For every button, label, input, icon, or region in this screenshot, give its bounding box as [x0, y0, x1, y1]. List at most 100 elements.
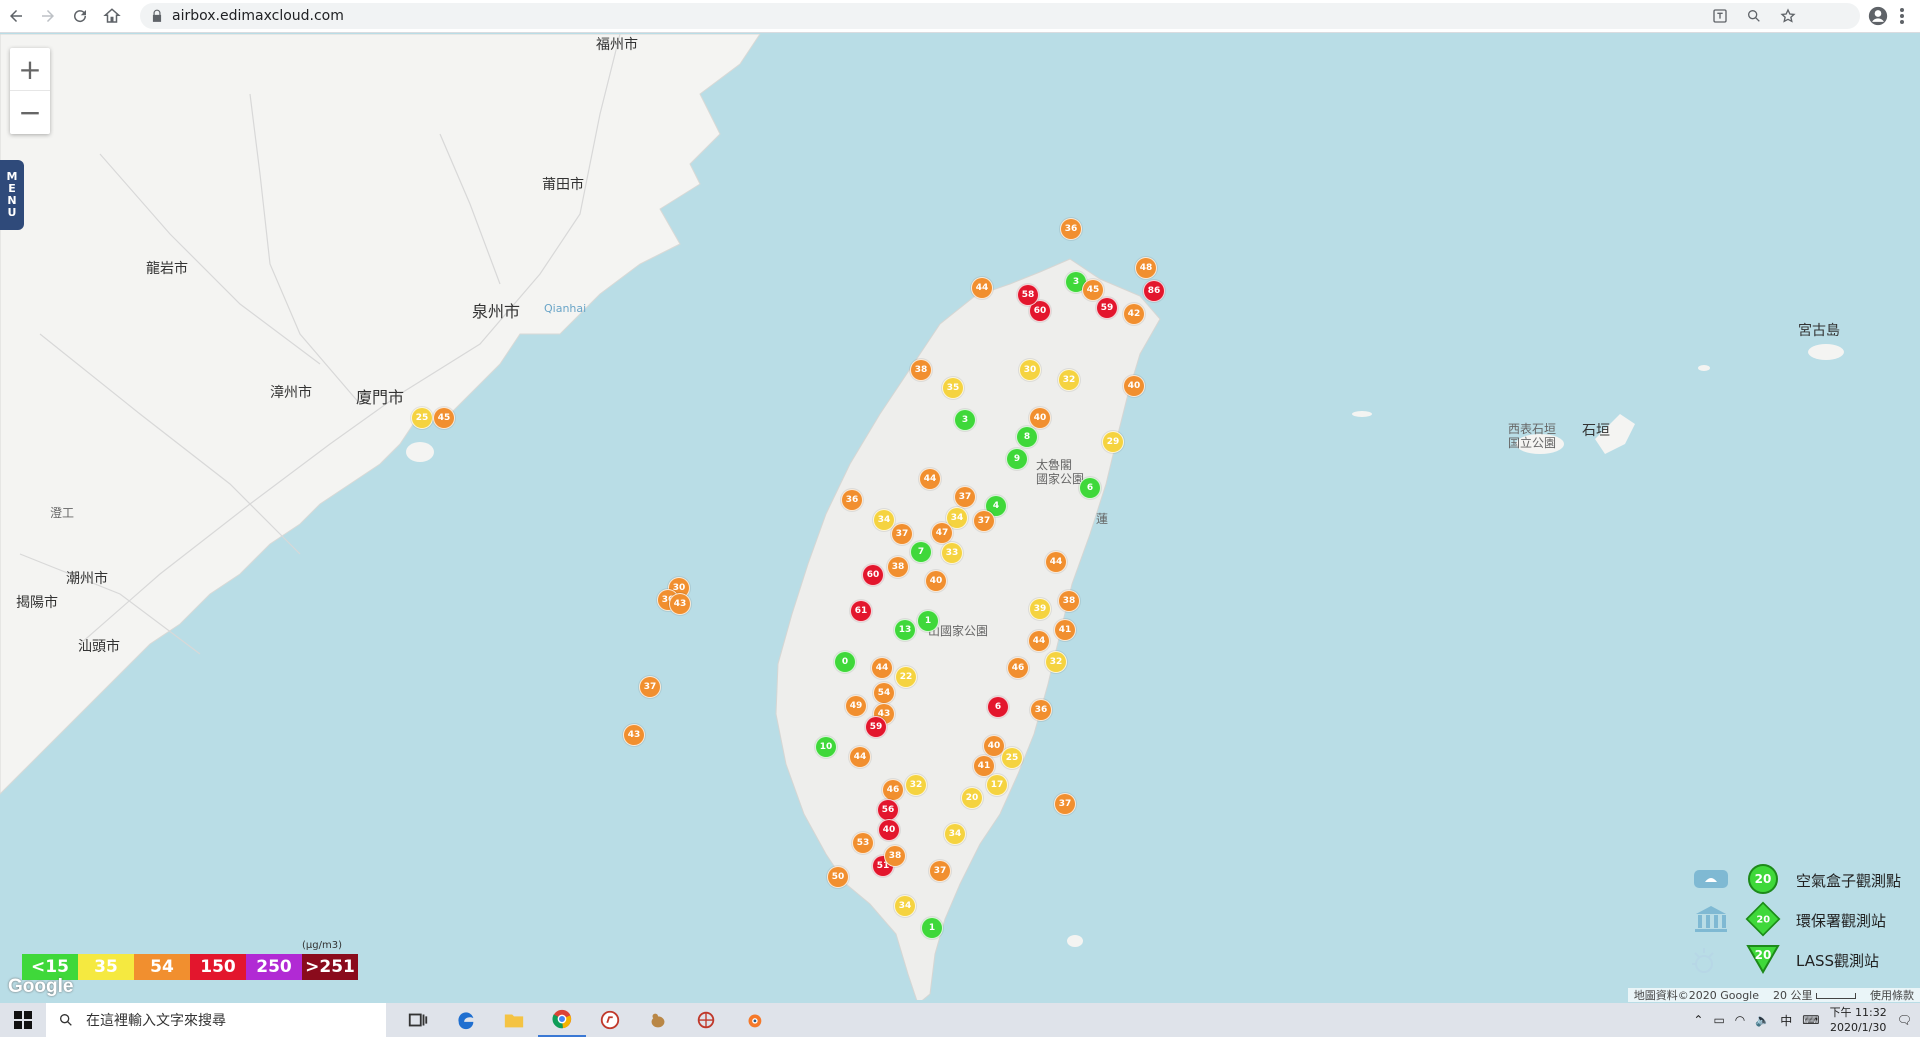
wifi-icon[interactable]: ◠	[1735, 1013, 1745, 1027]
account-icon[interactable]	[1868, 6, 1888, 26]
terms-link[interactable]: 使用條款	[1870, 987, 1914, 1003]
airbox-marker[interactable]: 1	[921, 917, 943, 939]
airbox-marker[interactable]: 32	[1045, 651, 1067, 673]
airbox-marker[interactable]: 53	[852, 832, 874, 854]
airbox-marker[interactable]: 59	[1096, 297, 1118, 319]
airbox-marker[interactable]: 41	[973, 755, 995, 777]
airbox-marker[interactable]: 36	[841, 489, 863, 511]
airbox-marker[interactable]: 44	[849, 746, 871, 768]
airbox-marker[interactable]: 32	[905, 774, 927, 796]
airbox-marker[interactable]: 56	[877, 799, 899, 821]
home-icon[interactable]	[96, 0, 128, 32]
zoom-in-button[interactable]: +	[10, 48, 50, 91]
airbox-marker[interactable]: 25	[411, 407, 433, 429]
airbox-marker[interactable]: 45	[1082, 279, 1104, 301]
airbox-marker[interactable]: 44	[1045, 551, 1067, 573]
file-explorer-icon[interactable]	[490, 1003, 538, 1037]
airbox-marker[interactable]: 17	[986, 774, 1008, 796]
notification-icon[interactable]: 🗨	[1897, 1013, 1912, 1027]
animal-app-icon[interactable]	[634, 1003, 682, 1037]
airbox-marker[interactable]: 37	[954, 486, 976, 508]
airbox-marker[interactable]: 44	[919, 468, 941, 490]
airbox-marker[interactable]: 43	[669, 593, 691, 615]
airbox-marker[interactable]: 49	[845, 695, 867, 717]
map-data-credit[interactable]: 地圖資料©2020 Google	[1634, 987, 1759, 1003]
clock[interactable]: 下午 11:32 2020/1/30	[1830, 1005, 1887, 1035]
zoom-out-button[interactable]: −	[10, 91, 50, 134]
forward-arrow-icon[interactable]	[32, 0, 64, 32]
airbox-marker[interactable]: 58	[1017, 284, 1039, 306]
compass-app-icon[interactable]	[586, 1003, 634, 1037]
tray-chevron-icon[interactable]: ⌃	[1693, 1013, 1703, 1027]
airbox-marker[interactable]: 40	[1029, 407, 1051, 429]
airbox-marker[interactable]: 54	[873, 682, 895, 704]
airbox-marker[interactable]: 46	[1007, 657, 1029, 679]
taskbar-search-box[interactable]: 在這裡輸入文字來搜尋	[46, 1003, 386, 1037]
airbox-marker[interactable]: 38	[887, 556, 909, 578]
keyboard-layout-icon[interactable]: ⌨	[1802, 1013, 1819, 1027]
airbox-marker[interactable]: 59	[865, 716, 887, 738]
airbox-marker[interactable]: 37	[1054, 793, 1076, 815]
airbox-marker[interactable]: 42	[1123, 303, 1145, 325]
airbox-marker[interactable]: 41	[1054, 619, 1076, 641]
airbox-marker[interactable]: 13	[894, 619, 916, 641]
airbox-marker[interactable]: 34	[944, 823, 966, 845]
airbox-marker[interactable]: 44	[971, 277, 993, 299]
zoom-icon[interactable]	[1746, 8, 1762, 24]
side-menu-tab[interactable]: M E N U	[0, 160, 24, 230]
airbox-marker[interactable]: 44	[1028, 630, 1050, 652]
airbox-marker[interactable]: 32	[1058, 369, 1080, 391]
airbox-marker[interactable]: 36	[1030, 699, 1052, 721]
airbox-marker[interactable]: 37	[639, 676, 661, 698]
airbox-marker[interactable]: 36	[1060, 218, 1082, 240]
address-bar[interactable]: airbox.edimaxcloud.com	[140, 3, 1860, 29]
airbox-marker[interactable]: 30	[1019, 359, 1041, 381]
airbox-marker[interactable]: 40	[1123, 375, 1145, 397]
airbox-marker[interactable]: 29	[1102, 431, 1124, 453]
airbox-marker[interactable]: 43	[623, 724, 645, 746]
airbox-marker[interactable]: 48	[1135, 257, 1157, 279]
airbox-marker[interactable]: 50	[827, 866, 849, 888]
airbox-marker[interactable]: 45	[433, 407, 455, 429]
airbox-marker[interactable]: 37	[891, 523, 913, 545]
airbox-marker[interactable]: 40	[878, 819, 900, 841]
airbox-marker[interactable]: 60	[862, 564, 884, 586]
blender-icon[interactable]	[730, 1003, 778, 1037]
airbox-marker[interactable]: 25	[1001, 747, 1023, 769]
airbox-marker[interactable]: 34	[894, 895, 916, 917]
airbox-marker[interactable]: 6	[987, 696, 1009, 718]
airbox-marker[interactable]: 8	[1016, 426, 1038, 448]
back-arrow-icon[interactable]	[0, 0, 32, 32]
edge-browser-icon[interactable]	[442, 1003, 490, 1037]
translate-icon[interactable]	[1712, 8, 1728, 24]
windows-start-icon[interactable]	[0, 1003, 46, 1037]
airbox-marker[interactable]: 86	[1143, 280, 1165, 302]
volume-icon[interactable]: 🔈	[1755, 1013, 1770, 1027]
airbox-marker[interactable]: 39	[1029, 598, 1051, 620]
airbox-marker[interactable]: 33	[941, 542, 963, 564]
airbox-marker[interactable]: 0	[834, 651, 856, 673]
airbox-marker[interactable]: 44	[871, 657, 893, 679]
task-view-icon[interactable]	[394, 1003, 442, 1037]
airbox-marker[interactable]: 3	[954, 409, 976, 431]
airbox-marker[interactable]: 37	[929, 860, 951, 882]
airbox-marker[interactable]: 35	[942, 377, 964, 399]
chrome-icon[interactable]	[538, 1003, 586, 1037]
airbox-marker[interactable]: 1	[917, 610, 939, 632]
airbox-marker[interactable]: 38	[1058, 590, 1080, 612]
map-canvas[interactable]: 福州市 莆田市 龍岩市 泉州市 Qianhai 漳州市 廈門市 澄工 潮州市 揭…	[0, 34, 1920, 1000]
airbox-marker[interactable]: 9	[1006, 448, 1028, 470]
airbox-marker[interactable]: 6	[1079, 477, 1101, 499]
battery-icon[interactable]: ▭	[1713, 1013, 1724, 1027]
network-app-icon[interactable]	[682, 1003, 730, 1037]
airbox-marker[interactable]: 38	[910, 359, 932, 381]
airbox-marker[interactable]: 47	[931, 522, 953, 544]
ime-indicator[interactable]: 中	[1780, 1012, 1792, 1029]
airbox-marker[interactable]: 46	[882, 779, 904, 801]
airbox-marker[interactable]: 38	[884, 845, 906, 867]
airbox-marker[interactable]: 22	[895, 666, 917, 688]
reload-icon[interactable]	[64, 0, 96, 32]
airbox-marker[interactable]: 37	[973, 510, 995, 532]
menu-kebab-icon[interactable]	[1894, 6, 1910, 26]
airbox-marker[interactable]: 10	[815, 736, 837, 758]
